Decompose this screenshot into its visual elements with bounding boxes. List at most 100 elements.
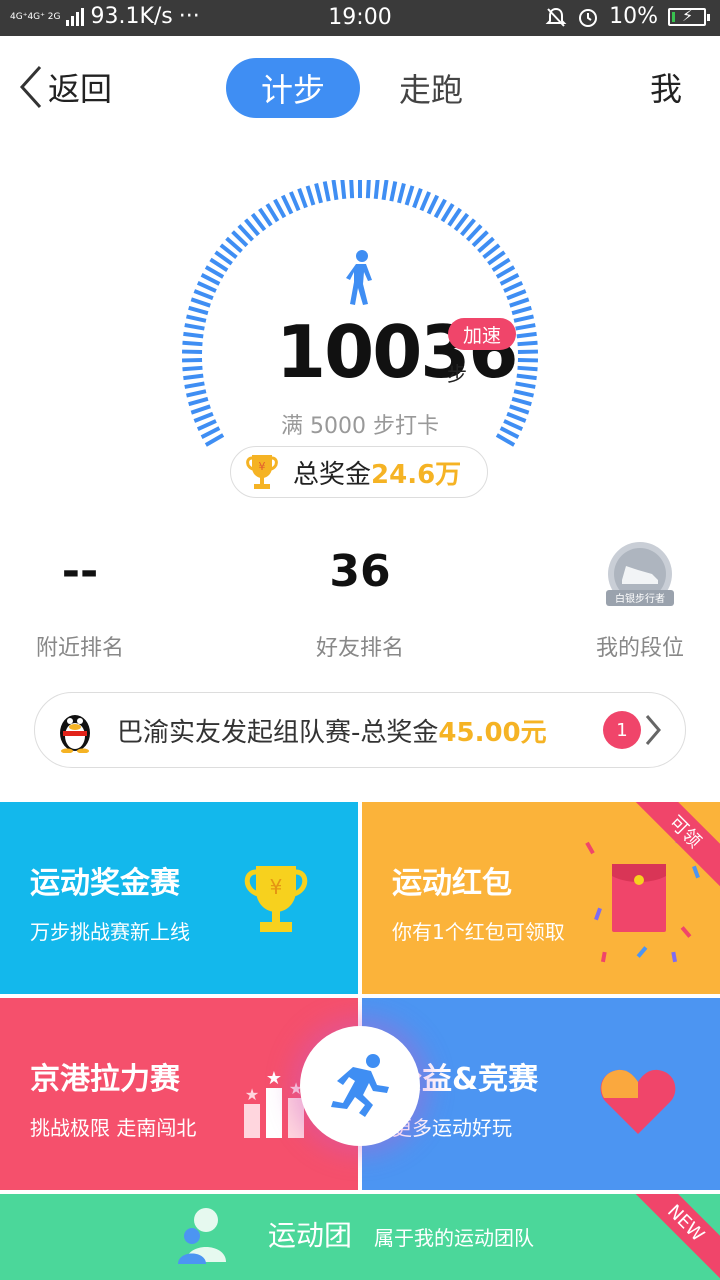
battery-icon: ⚡ (668, 6, 710, 26)
gauge-tick (349, 180, 355, 199)
nearby-rank-label: 附近排名 (35, 636, 124, 661)
gauge-tick (503, 280, 524, 293)
gauge-tick (200, 273, 221, 286)
my-level[interactable]: 白银步行者 我的段位 (540, 540, 720, 662)
gauge-tick (389, 181, 398, 202)
my-level-label: 我的段位 (595, 636, 684, 661)
alarm-icon (579, 8, 598, 27)
bonus-race-title: 运动奖金赛 (30, 866, 180, 901)
prize-amount: 24.6万 (371, 459, 462, 490)
sports-team-subtitle: 属于我的运动团队 (374, 1226, 534, 1250)
trophy-icon: ¥ (244, 866, 308, 932)
silver-walker-badge-icon: 白银步行者 (604, 540, 676, 612)
prize-label-group: 总奖金24.6万 (293, 454, 461, 491)
running-person-icon (331, 1054, 389, 1117)
team-challenge-banner[interactable]: 巴渝实友发起组队赛-总奖金45.00元 1 (34, 692, 686, 768)
bonus-race-tile[interactable]: 运动奖金赛 万步挑战赛新上线 ¥ (0, 802, 358, 994)
svg-text:¥: ¥ (270, 875, 283, 899)
start-running-button[interactable] (300, 1026, 420, 1146)
top-nav: 返回 计步 走跑 我 (0, 36, 720, 140)
friend-rank-value: 36 (329, 546, 391, 597)
rally-race-subtitle: 挑战极限 走南闯北 (30, 1116, 197, 1140)
gauge-tick (297, 188, 308, 209)
gauge-tick (506, 289, 527, 301)
heart-icon (600, 1069, 676, 1134)
svg-text:★: ★ (245, 1085, 259, 1104)
status-right: 10% ⚡ (545, 4, 710, 29)
me-button[interactable]: 我 (650, 64, 682, 110)
gauge-tick (419, 191, 431, 212)
gauge-tick (499, 273, 520, 286)
gauge-tick (513, 389, 534, 398)
gauge-tick (289, 191, 301, 212)
nearby-rank[interactable]: -- 附近排名 (0, 540, 180, 662)
team-amount: 45.00元 (438, 717, 547, 748)
gauge-tick (515, 323, 536, 331)
speed-up-badge[interactable]: 加速 (448, 318, 516, 350)
back-label: 返回 (48, 70, 113, 108)
gauge-tick (509, 297, 530, 308)
gauge-tick (182, 340, 203, 347)
total-prize-pill[interactable]: ¥ 总奖金24.6万 (230, 446, 488, 498)
gauge-tick (433, 198, 447, 219)
bonus-race-subtitle: 万步挑战赛新上线 (30, 920, 190, 944)
gauge-tick (273, 198, 287, 219)
gauge-tick (426, 194, 440, 215)
goal-text: 满 5000 步打卡 (281, 414, 439, 439)
gauge-tick (193, 289, 214, 301)
gauge-tick (305, 185, 316, 206)
gauge-tick (381, 180, 389, 201)
status-bar: 4G⁺4G⁺ 2G 93.1K/s ··· 19:00 10% ⚡ (0, 0, 720, 36)
gauge-tick (516, 331, 537, 339)
tab-bar: 计步 走跑 (226, 58, 498, 118)
gauge-tick (331, 180, 339, 201)
gauge-tick (188, 396, 209, 407)
new-ribbon: NEW (625, 1194, 720, 1280)
gauge-tick (397, 183, 406, 204)
chevron-right-icon (645, 715, 661, 745)
friend-rank-label: 好友排名 (315, 636, 404, 661)
gauge-tick (186, 389, 207, 398)
gauge-tick (516, 373, 537, 381)
gauge-tick (365, 180, 371, 199)
red-packet-subtitle: 你有1个红包可领取 (392, 920, 565, 944)
red-packet-title: 运动红包 (392, 866, 512, 901)
gauge-tick (515, 381, 536, 389)
chevron-left-icon (19, 65, 42, 109)
sports-team-tile[interactable]: 运动团 属于我的运动团队 NEW (0, 1194, 720, 1280)
gauge-tick (322, 181, 331, 202)
badge-text: 白银步行者 (615, 592, 665, 605)
gauge-tick (280, 194, 294, 215)
red-packet-tile[interactable]: 运动红包 你有1个红包可领取 可领 (362, 802, 720, 994)
gauge-tick (511, 396, 532, 407)
gauge-tick (183, 373, 204, 381)
team-text: 巴渝实友发起组队赛-总奖金 (117, 717, 439, 748)
gauge-tick (184, 323, 205, 331)
gauge-tick (495, 265, 516, 279)
gauge-tick (314, 183, 323, 204)
walking-person-icon (346, 250, 372, 305)
gauge-tick (190, 297, 211, 308)
prize-label: 总奖金 (293, 459, 372, 490)
svg-text:¥: ¥ (259, 460, 266, 473)
friend-rank[interactable]: 36 好友排名 (260, 540, 460, 662)
trophy-icon: ¥ (246, 455, 278, 489)
gauge-tick (186, 314, 207, 323)
gauge-tick (182, 365, 203, 372)
sports-team-title: 运动团 (268, 1219, 353, 1252)
gauge-tick (340, 180, 347, 199)
tab-steps[interactable]: 计步 (226, 58, 360, 118)
gauge-tick (184, 381, 205, 389)
step-unit: 步 (447, 362, 467, 386)
gauge-tick (517, 340, 538, 347)
gauge-tick (517, 365, 538, 372)
tab-walk-run[interactable]: 走跑 (364, 58, 498, 118)
nearby-rank-value: -- (61, 546, 99, 597)
team-text-group: 巴渝实友发起组队赛-总奖金45.00元 (117, 712, 547, 749)
gauge-tick (373, 180, 380, 199)
rally-race-title: 京港拉力赛 (30, 1062, 180, 1097)
gauge-tick (412, 188, 423, 209)
back-button[interactable]: 返回 (16, 64, 112, 110)
gauge-tick (404, 185, 415, 206)
team-people-icon (178, 1208, 226, 1264)
